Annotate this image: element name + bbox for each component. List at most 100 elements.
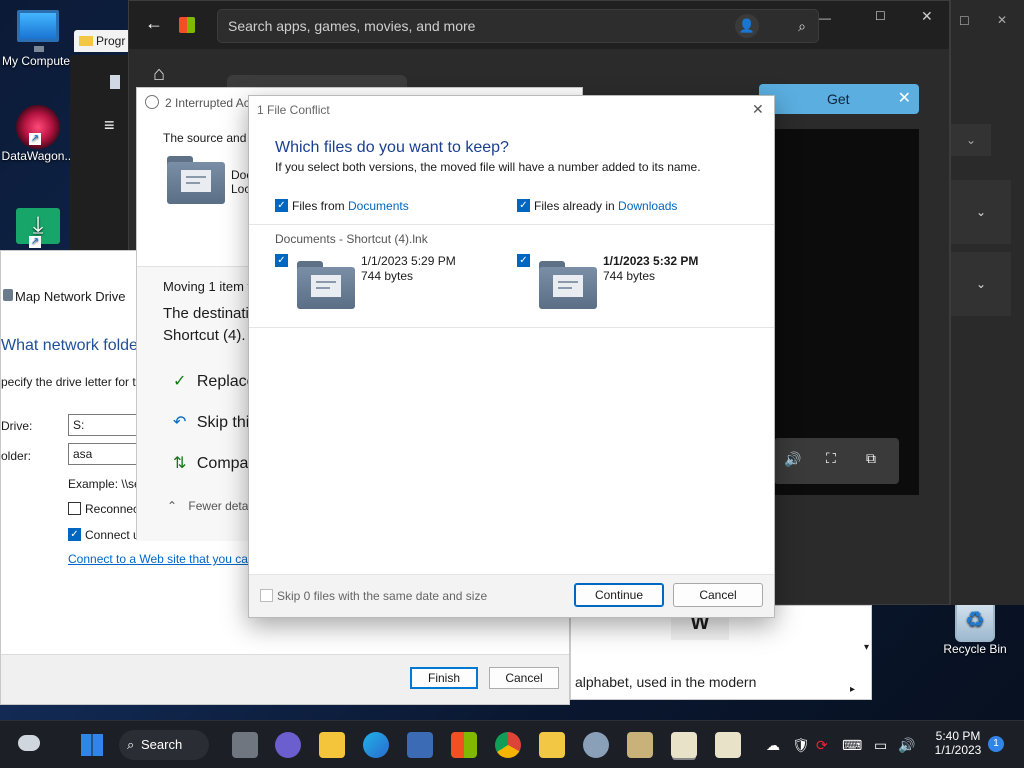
files-already-prefix: Files already in	[534, 199, 619, 213]
shield-icon[interactable]: 🛡	[792, 737, 810, 754]
checkmark-icon: ✓	[173, 373, 187, 390]
file-icon	[110, 75, 120, 89]
expander[interactable]: ⌄	[951, 180, 1011, 244]
map-drive-heading: What network folder	[1, 337, 144, 354]
replace-option[interactable]: ✓ Replace	[173, 371, 256, 391]
folder-icon	[167, 156, 225, 204]
cancel-button[interactable]: Cancel	[673, 583, 763, 607]
desktop-icon-label: Recycle Bin	[943, 642, 1007, 656]
fewer-details-label: Fewer detail	[188, 499, 254, 513]
close-icon[interactable]: ✕	[997, 13, 1007, 27]
right-file-checkbox[interactable]: ✓	[517, 254, 530, 267]
file-explorer-icon[interactable]	[319, 732, 345, 758]
map-drive-footer: Finish Cancel	[1, 654, 569, 704]
taskbar-search-label: Search	[141, 737, 183, 752]
fit-icon[interactable]: ⛶	[826, 450, 836, 467]
chrome-icon[interactable]	[495, 732, 521, 758]
downloads-link[interactable]: Downloads	[618, 199, 677, 213]
dropdown[interactable]: ⌄	[951, 124, 991, 156]
map-drive-title: Map Network Drive	[15, 289, 126, 304]
scroll-down-icon[interactable]: ▾	[864, 642, 869, 653]
left-date: 1/1/2023 5:29 PM	[361, 254, 456, 268]
home-icon[interactable]: ⌂	[153, 63, 165, 86]
settings-window: ☐ ✕ ⌄ ⌄ ⌄	[950, 0, 1024, 605]
store-search-input[interactable]: Search apps, games, movies, and more ⌕	[217, 9, 819, 43]
product-text: alphabet, used in the modern	[575, 674, 757, 690]
minimize-icon[interactable]: —	[819, 11, 831, 25]
app-icon[interactable]	[671, 732, 697, 758]
edge-icon[interactable]	[363, 732, 389, 758]
finish-button[interactable]: Finish	[410, 667, 478, 689]
explorer-window[interactable]: Progr	[74, 30, 134, 52]
chat-icon[interactable]	[275, 732, 301, 758]
network-drive-icon	[3, 289, 13, 301]
clock-icon	[145, 95, 159, 109]
popout-icon[interactable]: ⧉	[866, 450, 876, 467]
task-view-icon[interactable]	[232, 732, 258, 758]
desktop-icon-recycle-bin[interactable]: ♻ Recycle Bin	[937, 598, 1013, 656]
folder-icon	[297, 261, 355, 309]
web-site-link[interactable]: Connect to a Web site that you car	[68, 552, 252, 566]
connect-using-checkbox[interactable]: ✓	[68, 528, 81, 541]
files-from-checkbox[interactable]: ✓	[275, 199, 288, 212]
file-icon[interactable]	[539, 732, 565, 758]
cursor-icon	[6, 258, 12, 272]
volume-icon[interactable]: 🔊	[784, 451, 801, 468]
account-icon[interactable]: 👤	[735, 14, 759, 38]
documents-link[interactable]: Documents	[348, 199, 409, 213]
sync-icon[interactable]: ⟳	[816, 737, 828, 754]
clock[interactable]: 5:40 PM 1/1/2023	[930, 729, 986, 757]
skip-option[interactable]: ↶ Skip this	[173, 412, 257, 432]
keyboard-icon[interactable]: ⌨	[842, 737, 862, 754]
scroll-right-icon[interactable]: ▸	[850, 684, 855, 695]
store-icon[interactable]	[451, 732, 477, 758]
close-icon[interactable]: ✕	[898, 84, 911, 114]
get-button[interactable]: Get ✕	[759, 84, 919, 114]
reconnect-checkbox[interactable]	[68, 502, 81, 515]
taskbar-search[interactable]: ⌕ Search	[119, 730, 209, 760]
left-file-checkbox[interactable]: ✓	[275, 254, 288, 267]
onedrive-icon[interactable]: ☁	[766, 737, 780, 754]
search-icon[interactable]: ⌕	[798, 10, 806, 42]
expander[interactable]: ⌄	[951, 252, 1011, 316]
video-controls: 🔊 ⛶ ⧉	[774, 438, 899, 484]
skip-icon: ↶	[173, 414, 187, 431]
volume-icon[interactable]: 🔊	[898, 737, 915, 754]
moving-text: Moving 1 item fr	[163, 279, 256, 294]
weather-icon[interactable]	[18, 735, 40, 751]
continue-button[interactable]: Continue	[574, 583, 664, 607]
fewer-details-toggle[interactable]: ⌃ Fewer detail	[167, 499, 254, 513]
calculator-icon[interactable]	[407, 732, 433, 758]
app-icon[interactable]	[715, 732, 741, 758]
cancel-button[interactable]: Cancel	[489, 667, 559, 689]
notification-badge[interactable]: 1	[988, 736, 1004, 752]
compare-option[interactable]: ⇅ Compar	[173, 453, 254, 473]
replace-label: Replace	[196, 373, 256, 390]
source-text: The source and d	[163, 131, 257, 145]
explorer-tab-label: Progr	[96, 34, 126, 48]
network-icon[interactable]: ▭	[874, 737, 887, 754]
maximize-icon[interactable]: ☐	[875, 9, 886, 23]
desktop-icon-my-computer[interactable]: My Computer	[0, 10, 76, 68]
example-text: Example: \\se	[68, 477, 141, 491]
close-icon[interactable]: ✕	[752, 101, 764, 118]
app-icon[interactable]	[627, 732, 653, 758]
right-date: 1/1/2023 5:32 PM	[603, 254, 699, 268]
skip-same-checkbox[interactable]	[260, 589, 273, 602]
desktop-icon-downloads[interactable]: ⤓ ↗	[0, 208, 76, 252]
settings-icon[interactable]	[583, 732, 609, 758]
files-from-prefix: Files from	[292, 199, 349, 213]
notification-count: 1	[993, 738, 999, 749]
start-icon[interactable]	[81, 734, 103, 756]
taskbar: ⌕ Search ☁ 🛡 ⟳ ⌨ ▭ 🔊 5:40 PM 1/1/2023 1	[0, 720, 1024, 768]
maximize-icon[interactable]: ☐	[959, 14, 970, 28]
folder-icon	[79, 36, 93, 46]
close-icon[interactable]: ✕	[921, 8, 933, 25]
menu-icon[interactable]: ≡	[104, 115, 115, 136]
chevron-up-icon: ⌃	[167, 499, 178, 513]
desktop-icon-datawagon[interactable]: ↗ DataWagon...	[0, 105, 76, 163]
files-already-checkbox[interactable]: ✓	[517, 199, 530, 212]
back-arrow-icon[interactable]: ←	[145, 13, 163, 34]
left-size: 744 bytes	[361, 269, 414, 283]
conflict-subtext: If you select both versions, the moved f…	[275, 160, 701, 174]
